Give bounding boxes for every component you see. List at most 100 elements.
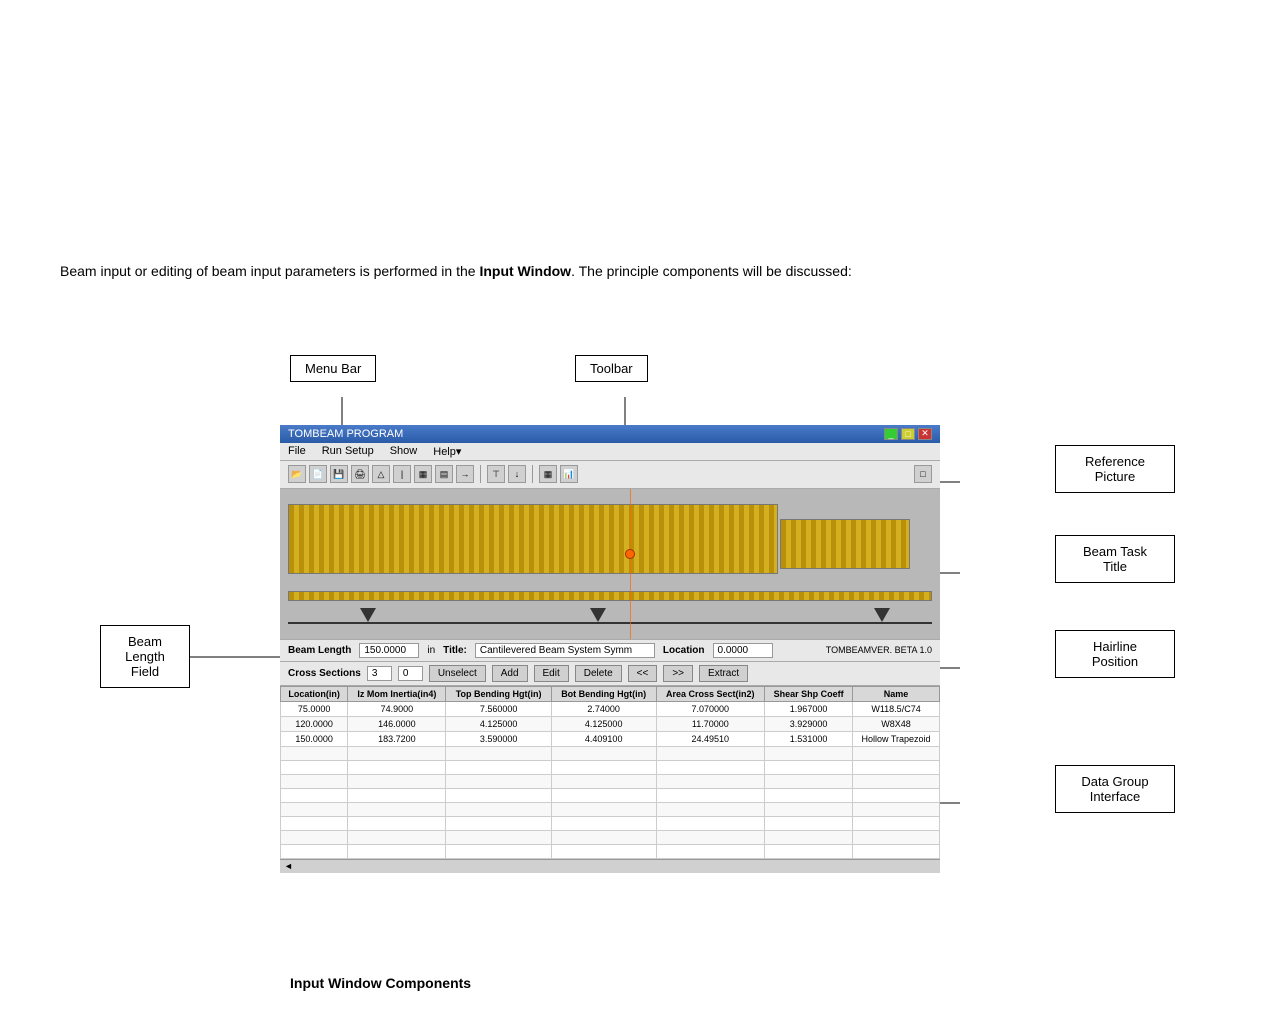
unselect-button[interactable]: Unselect <box>429 665 486 682</box>
intro-text-part2: . The principle components will be discu… <box>571 263 852 279</box>
table-row-empty <box>281 830 940 844</box>
callout-beam-task-title-label: Beam TaskTitle <box>1083 544 1147 574</box>
hairline <box>630 489 631 639</box>
menu-show[interactable]: Show <box>390 445 418 458</box>
toolbar-separator1 <box>480 465 481 483</box>
col-bot-bending: Bot Bending Hgt(in) <box>551 686 656 701</box>
cross-sections-k[interactable]: 0 <box>398 666 423 681</box>
callout-reference-picture: ReferencePicture <box>1055 445 1175 493</box>
menu-run-setup[interactable]: Run Setup <box>322 445 374 458</box>
minimize-button[interactable]: _ <box>884 428 898 440</box>
beam-length-value[interactable]: 150.0000 <box>359 643 419 658</box>
table-row-empty <box>281 816 940 830</box>
table-row[interactable]: 150.0000 183.7200 3.590000 4.409100 24.4… <box>281 731 940 746</box>
toolbar-extra1-icon[interactable]: □ <box>914 465 932 483</box>
toolbar-separator2 <box>532 465 533 483</box>
table-row-empty <box>281 788 940 802</box>
toolbar-print-icon[interactable]: 🖨 <box>351 465 369 483</box>
bottom-title-area: Input Window Components <box>290 975 1220 991</box>
edit-button[interactable]: Edit <box>534 665 569 682</box>
cell-name-2: W8X48 <box>853 716 940 731</box>
table-row-empty <box>281 774 940 788</box>
callout-hairline-position: HairlinePosition <box>1055 630 1175 678</box>
close-button[interactable]: ✕ <box>918 428 932 440</box>
callout-menu-bar-label: Menu Bar <box>305 361 361 376</box>
extract-button[interactable]: Extract <box>699 665 748 682</box>
toolbar-new-icon[interactable]: 📄 <box>309 465 327 483</box>
cell-shear-2: 3.929000 <box>765 716 853 731</box>
cell-shear-1: 1.967000 <box>765 701 853 716</box>
toolbar-chart-icon[interactable]: ▦ <box>414 465 432 483</box>
title-label: Title: <box>443 645 467 656</box>
toolbar-shape1-icon[interactable]: △ <box>372 465 390 483</box>
col-location: Location(in) <box>281 686 348 701</box>
cross-sections-label: Cross Sections <box>288 668 361 679</box>
beam-ground-line <box>288 622 932 624</box>
cross-sections-bar: Cross Sections 3 0 Unselect Add Edit Del… <box>280 662 940 686</box>
location-label: Location <box>663 645 705 656</box>
status-bar: Beam Length 150.0000 in Title: Cantileve… <box>280 639 940 662</box>
add-button[interactable]: Add <box>492 665 528 682</box>
maximize-button[interactable]: □ <box>901 428 915 440</box>
toolbar-arrow-icon[interactable]: → <box>456 465 474 483</box>
cross-sections-table: Location(in) Iz Mom Inertia(in4) Top Ben… <box>280 686 940 859</box>
support-left <box>360 608 376 622</box>
beam-length-label: Beam Length <box>288 645 351 656</box>
toolbar-table-icon[interactable]: ▤ <box>435 465 453 483</box>
table-row-empty <box>281 802 940 816</box>
cell-shear-3: 1.531000 <box>765 731 853 746</box>
diagram-container: Menu Bar Toolbar ReferencePicture Beam T… <box>100 335 1180 955</box>
callout-beam-task-title: Beam TaskTitle <box>1055 535 1175 583</box>
next-button[interactable]: >> <box>663 665 693 682</box>
location-value[interactable]: 0.0000 <box>713 643 773 658</box>
cell-bot-2: 4.125000 <box>551 716 656 731</box>
table-row-empty <box>281 844 940 858</box>
intro-bold-text: Input Window <box>479 263 571 279</box>
callout-toolbar-label: Toolbar <box>590 361 633 376</box>
cell-top-2: 4.125000 <box>446 716 552 731</box>
cell-bot-3: 4.409100 <box>551 731 656 746</box>
hairline-marker <box>625 549 635 559</box>
delete-button[interactable]: Delete <box>575 665 622 682</box>
col-top-bending: Top Bending Hgt(in) <box>446 686 552 701</box>
intro-paragraph: Beam input or editing of beam input para… <box>60 260 860 305</box>
cell-area-3: 24.49510 <box>656 731 765 746</box>
toolbar-export-icon[interactable]: 📊 <box>560 465 578 483</box>
callout-reference-picture-label: ReferencePicture <box>1085 454 1145 484</box>
cell-area-2: 11.70000 <box>656 716 765 731</box>
cell-location-3: 150.0000 <box>281 731 348 746</box>
data-table-area: Location(in) Iz Mom Inertia(in4) Top Ben… <box>280 686 940 859</box>
toolbar-shape2-icon[interactable]: | <box>393 465 411 483</box>
table-row[interactable]: 120.0000 146.0000 4.125000 4.125000 11.7… <box>281 716 940 731</box>
support-center <box>590 608 606 622</box>
title-value[interactable]: Cantilevered Beam System Symm <box>475 643 655 658</box>
toolbar-save-icon[interactable]: 💾 <box>330 465 348 483</box>
toolbar-beam-icon[interactable]: ⊤ <box>487 465 505 483</box>
toolbar-load-icon[interactable]: ↓ <box>508 465 526 483</box>
callout-menu-bar: Menu Bar <box>290 355 376 382</box>
menu-file[interactable]: File <box>288 445 306 458</box>
window-title: TOMBEAM PROGRAM <box>288 428 403 440</box>
window-menubar: File Run Setup Show Help▾ <box>280 443 940 461</box>
bottom-title: Input Window Components <box>290 975 471 991</box>
window-controls[interactable]: _ □ ✕ <box>884 428 932 440</box>
beam-visualization-area <box>280 489 940 639</box>
cell-location-1: 75.0000 <box>281 701 348 716</box>
cell-iz-1: 74.9000 <box>348 701 446 716</box>
menu-help[interactable]: Help▾ <box>433 445 461 458</box>
cell-iz-3: 183.7200 <box>348 731 446 746</box>
table-row[interactable]: 75.0000 74.9000 7.560000 2.74000 7.07000… <box>281 701 940 716</box>
cross-sections-j[interactable]: 3 <box>367 666 392 681</box>
col-iz: Iz Mom Inertia(in4) <box>348 686 446 701</box>
col-shear: Shear Shp Coeff <box>765 686 853 701</box>
table-row-empty <box>281 760 940 774</box>
cell-top-3: 3.590000 <box>446 731 552 746</box>
window-titlebar: TOMBEAM PROGRAM _ □ ✕ <box>280 425 940 443</box>
prev-button[interactable]: << <box>628 665 658 682</box>
beam-bottom-flange <box>288 591 932 601</box>
toolbar-open-icon[interactable]: 📂 <box>288 465 306 483</box>
callout-data-group-interface-label: Data GroupInterface <box>1081 774 1148 804</box>
screenshot-window: TOMBEAM PROGRAM _ □ ✕ File Run Setup Sho… <box>280 425 940 873</box>
beam-length-unit: in <box>427 645 435 656</box>
toolbar-results-icon[interactable]: ▦ <box>539 465 557 483</box>
